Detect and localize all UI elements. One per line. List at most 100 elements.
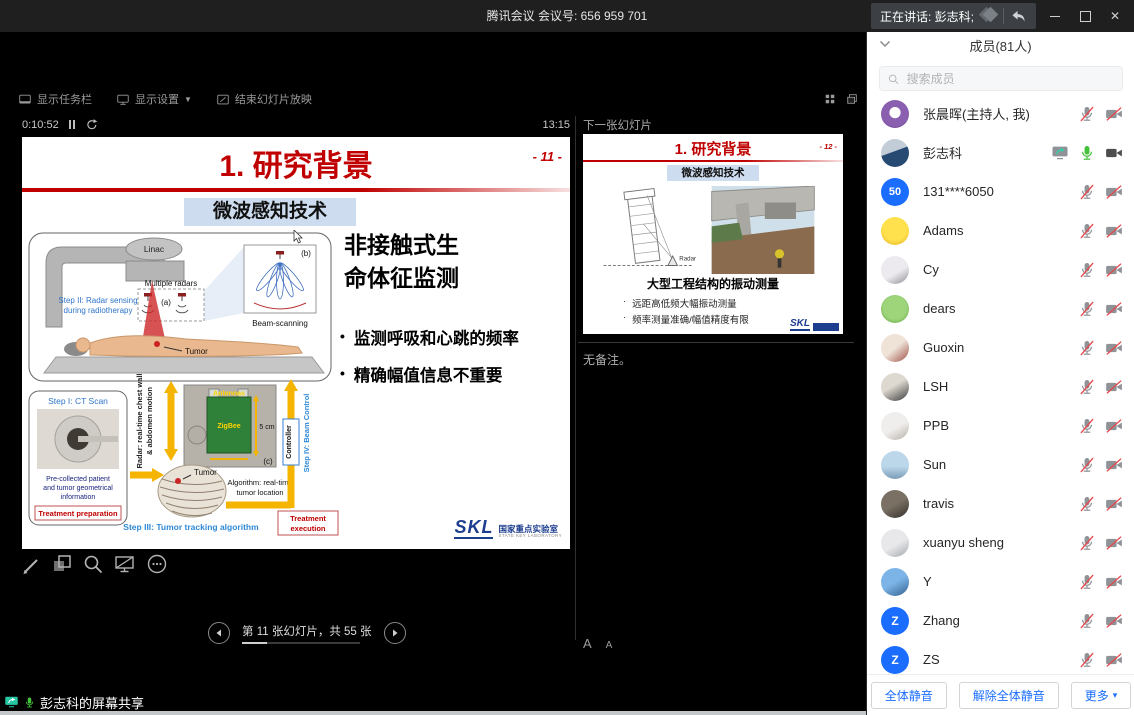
font-increase-button[interactable]: A: [583, 636, 592, 651]
camera-off-icon[interactable]: [1105, 339, 1123, 357]
see-all-slides-button[interactable]: [51, 553, 73, 575]
member-row[interactable]: travis: [867, 484, 1134, 523]
zoom-slide-button[interactable]: [82, 553, 104, 575]
camera-off-icon[interactable]: [1105, 573, 1123, 591]
camera-on-icon[interactable]: [1105, 144, 1123, 162]
minimize-button[interactable]: [1040, 0, 1070, 32]
slide-page-number: - 11 -: [533, 149, 562, 164]
microphone-muted-icon[interactable]: [1078, 339, 1096, 357]
member-row[interactable]: 50 131****6050: [867, 172, 1134, 211]
tumor-dot: [154, 341, 160, 347]
microphone-muted-icon[interactable]: [1078, 222, 1096, 240]
member-row[interactable]: Adams: [867, 211, 1134, 250]
avatar: 50: [881, 178, 909, 206]
more-button[interactable]: 更多 ▾: [1071, 682, 1132, 709]
camera-off-icon[interactable]: [1105, 651, 1123, 669]
microphone-muted-icon[interactable]: [1078, 651, 1096, 669]
avatar: Z: [881, 646, 909, 674]
skl-name-en: STATE KEY LABORATORY: [498, 534, 562, 539]
member-row[interactable]: xuanyu sheng: [867, 523, 1134, 562]
ct-scanner-image: [37, 409, 119, 469]
current-slide: 1. 研究背景 - 11 - 微波感知技术 非接触式生 命体征监测 • 监测呼吸…: [22, 137, 570, 549]
microphone-muted-icon[interactable]: [1078, 534, 1096, 552]
more-options-button[interactable]: [146, 553, 168, 575]
return-arrow-icon[interactable]: [1011, 9, 1027, 23]
member-row[interactable]: 彭志科: [867, 133, 1134, 172]
microphone-muted-icon[interactable]: [1078, 261, 1096, 279]
notes-empty-text: 无备注。: [583, 351, 631, 368]
microphone-muted-icon[interactable]: [1078, 183, 1096, 201]
display-settings-button[interactable]: 显示设置 ▼: [116, 91, 192, 107]
camera-off-icon[interactable]: [1105, 534, 1123, 552]
camera-off-icon[interactable]: [1105, 222, 1123, 240]
microphone-muted-icon[interactable]: [1078, 300, 1096, 318]
close-button[interactable]: ✕: [1100, 0, 1130, 32]
pre-label-1: Pre-collected patient: [46, 476, 110, 483]
pen-tool-button[interactable]: [20, 553, 42, 575]
unmute-all-button[interactable]: 解除全体静音: [959, 682, 1059, 709]
bottom-strip: [0, 711, 866, 715]
search-box[interactable]: [879, 66, 1123, 91]
pause-timer-button[interactable]: [69, 120, 75, 129]
avatar: [881, 217, 909, 245]
camera-off-icon[interactable]: [1105, 183, 1123, 201]
microphone-active-icon[interactable]: [1078, 144, 1096, 162]
microphone-muted-icon[interactable]: [1078, 456, 1096, 474]
end-slideshow-button[interactable]: 结束幻灯片放映: [216, 91, 312, 107]
camera-off-icon[interactable]: [1105, 378, 1123, 396]
member-row[interactable]: 张晨晖(主持人, 我): [867, 94, 1134, 133]
restart-timer-button[interactable]: [85, 118, 98, 131]
presenter-toolbar: 显示任务栏 显示设置 ▼ 结束幻灯片放映: [18, 88, 858, 110]
member-row[interactable]: LSH: [867, 367, 1134, 406]
camera-off-icon[interactable]: [1105, 495, 1123, 513]
camera-off-icon[interactable]: [1105, 261, 1123, 279]
end-slideshow-label: 结束幻灯片放映: [235, 91, 312, 107]
show-taskbar-button[interactable]: 显示任务栏: [18, 91, 92, 107]
camera-off-icon[interactable]: [1105, 300, 1123, 318]
microphone-muted-icon[interactable]: [1078, 573, 1096, 591]
microphone-muted-icon[interactable]: [1078, 105, 1096, 123]
next-slide-button[interactable]: [384, 622, 406, 644]
restore-layout-icon[interactable]: [846, 93, 858, 105]
bullet-dot: ·: [623, 312, 626, 326]
microphone-muted-icon[interactable]: [1078, 612, 1096, 630]
avatar: Z: [881, 607, 909, 635]
unmute-all-label: 解除全体静音: [973, 687, 1045, 704]
microphone-muted-icon[interactable]: [1078, 495, 1096, 513]
bullet-text: 精确幅值信息不重要: [354, 362, 503, 386]
camera-off-icon[interactable]: [1105, 612, 1123, 630]
microphone-muted-icon[interactable]: [1078, 417, 1096, 435]
search-input[interactable]: [905, 71, 1115, 87]
member-row[interactable]: Z Zhang: [867, 601, 1134, 640]
maximize-button[interactable]: [1070, 0, 1100, 32]
member-row[interactable]: Guoxin: [867, 328, 1134, 367]
skl-block: [813, 323, 839, 331]
camera-off-icon[interactable]: [1105, 417, 1123, 435]
pisa-tower-figure: Radar: [599, 184, 699, 274]
vertical-double-arrow: [164, 381, 178, 461]
member-row[interactable]: Sun: [867, 445, 1134, 484]
member-row[interactable]: Y: [867, 562, 1134, 601]
grid-icon[interactable]: [824, 93, 836, 105]
members-panel: 成员(81人) 张晨晖(主持人, 我) 彭志科: [866, 32, 1134, 715]
font-decrease-button[interactable]: A: [606, 640, 613, 651]
member-row[interactable]: PPB: [867, 406, 1134, 445]
microphone-muted-icon[interactable]: [1078, 378, 1096, 396]
screen-share-icon: [4, 695, 19, 709]
taskbar-icon: [18, 93, 32, 106]
previous-slide-button[interactable]: [208, 622, 230, 644]
algorithm-label-1: Algorithm: real-time: [227, 478, 292, 487]
camera-off-icon[interactable]: [1105, 456, 1123, 474]
avatar-text: 50: [889, 186, 901, 198]
member-name: 张晨晖(主持人, 我): [923, 104, 1078, 123]
black-screen-button[interactable]: [113, 553, 137, 575]
display-icon: [116, 93, 130, 106]
step2-label-2: during radiotherapy: [64, 306, 133, 315]
member-row[interactable]: Z ZS: [867, 640, 1134, 674]
screen-sharing-icon[interactable]: [1051, 144, 1069, 162]
member-row[interactable]: Cy: [867, 250, 1134, 289]
camera-off-icon[interactable]: [1105, 105, 1123, 123]
member-row[interactable]: dears: [867, 289, 1134, 328]
mute-all-button[interactable]: 全体静音: [871, 682, 947, 709]
member-list[interactable]: 张晨晖(主持人, 我) 彭志科 50 131****6050: [867, 94, 1134, 674]
